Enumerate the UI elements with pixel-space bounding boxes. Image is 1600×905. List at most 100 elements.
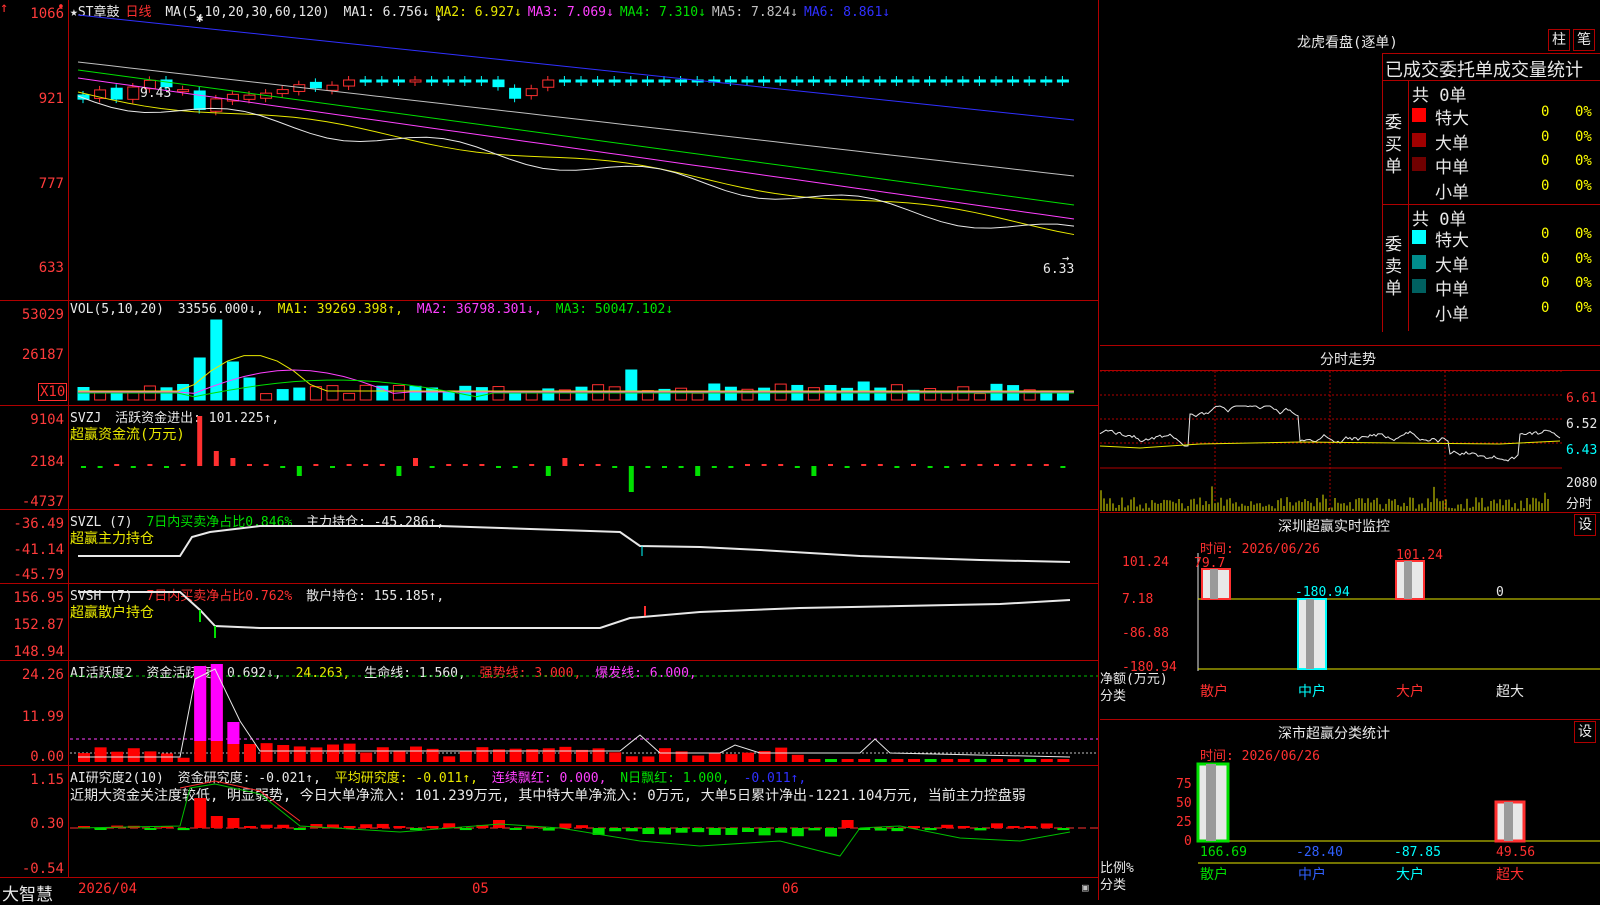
svzj-bar (346, 464, 352, 466)
vol-bar (243, 377, 256, 401)
vol-bar (359, 384, 372, 401)
sell-row-name-4: 小单 (1435, 304, 1469, 325)
buy-row-pct-1: 0% (1575, 104, 1592, 120)
stats-bar-1-shade (1206, 764, 1216, 841)
candle (309, 81, 322, 89)
ai-active-bar (576, 749, 588, 762)
vol-panel[interactable]: 53029 26187 X10 VOL(5,10,20) 33556.000↓,… (0, 300, 1098, 406)
ai-active-magenta (210, 664, 223, 741)
candle (243, 94, 256, 100)
ai-active-bar (858, 759, 871, 762)
svzj-bar (861, 464, 867, 466)
ai-research-bar (1007, 826, 1020, 828)
buy-row-count-4: 0 (1541, 177, 1550, 194)
sz-stats-chart: 75 50 25 0 166.69 -28.40 -87.85 49.56 散户 中户 大户 超大 (1176, 762, 1600, 883)
candle (376, 79, 389, 83)
bi-button[interactable]: 笔 (1573, 29, 1595, 51)
ai-research-bar (509, 828, 522, 830)
ai-active-bar (260, 743, 273, 762)
ai-research-bar (260, 824, 273, 828)
svzj-bar (230, 458, 236, 466)
svzl-panel[interactable]: -36.49 -41.14 -45.79 SVZL (7) 7日内买卖净占比0.… (0, 509, 1098, 584)
ai-research-bar (210, 816, 223, 828)
svzj-bar (728, 466, 734, 468)
sell-side-char-2: 卖 (1385, 257, 1402, 277)
sell-side-label: 委 卖 单 (1385, 234, 1407, 300)
zhu-button[interactable]: 柱 (1548, 29, 1570, 51)
ai-research-bar (459, 828, 472, 831)
longhu-panel: 龙虎看盘(逐单) 柱 笔 已成交委托单成交量统计 委 买 单 共 0单 特大 0 0… (1100, 0, 1600, 345)
high-marker: 9.43 (140, 86, 172, 101)
svzj-bar (1043, 464, 1049, 466)
ai-research-bar (991, 823, 1003, 828)
ai-research-bar (194, 798, 207, 828)
brand-logo[interactable]: 大智慧 (2, 880, 53, 905)
kline-chart[interactable]: →✱ ⬍ (0, 0, 1098, 300)
svsh-panel[interactable]: 156.95 152.87 148.94 SVSH (7) 7日内买卖净占比0.… (0, 583, 1098, 661)
stats-value-2: -28.40 (1296, 845, 1343, 860)
candle (957, 79, 970, 83)
candle (724, 79, 737, 83)
sell-row-pct-2: 0% (1575, 250, 1592, 267)
svzj-panel[interactable]: 9104 2184 -4737 SVZJ 活跃资金进出: 101.225↑, 超… (0, 405, 1098, 510)
candle (392, 79, 405, 83)
vol-bar (293, 387, 306, 401)
sz-stats-panel[interactable]: 深市超赢分类统计 设 时间: 2026/06/26 75 50 25 0 166.69-… (1100, 719, 1600, 901)
svzj-bar (180, 464, 186, 466)
sz-monitor-panel[interactable]: 深圳超赢实时监控 设 时间: 2026/06/26 101.24 7.18 -86.… (1100, 512, 1600, 720)
ai-active-bar (310, 747, 323, 762)
svzj-bar (761, 464, 767, 466)
sell-row-pct-3: 0% (1575, 275, 1592, 291)
ai-active-bar (161, 753, 173, 762)
low-marker: 6.33 (1043, 262, 1075, 277)
ma-line-5 (77, 91, 1075, 236)
svzj-bar (479, 464, 485, 466)
vol-bar (807, 387, 820, 401)
ai-active-bar (891, 759, 904, 762)
svzj-bar (711, 466, 717, 468)
ai-active-bar (808, 759, 821, 762)
ai-research-bar (808, 828, 821, 831)
stats-ytick: 0 (1184, 834, 1192, 849)
vol-bar (675, 387, 688, 401)
svzj-bar (927, 466, 933, 468)
monitor-bar-label-4: 0 (1496, 585, 1504, 600)
sell-row-count-4: 0 (1541, 299, 1550, 316)
ai-active-line (78, 668, 1071, 758)
ai-research-bar (144, 828, 157, 830)
intraday-panel[interactable]: 分时走势 6.61 6.52 6.43 2080 分时 (1099, 345, 1600, 513)
ai-active-panel[interactable]: 24.26 11.99 0.00 AI活跃度2 资金活跃度: 0.692↓, 2… (0, 660, 1098, 766)
ai-research-bar (659, 828, 671, 835)
ai-active-bar (625, 756, 638, 762)
vol-bar (924, 388, 937, 401)
monitor-bar-shade-1 (1210, 569, 1218, 599)
ai-research-bar (791, 828, 804, 837)
candle (675, 79, 688, 83)
candle (807, 79, 820, 83)
sell-row-count-2: 0 (1541, 250, 1550, 267)
ai-active-bar (244, 743, 256, 762)
lock-icon[interactable]: ▣ (1082, 881, 1089, 894)
candle (110, 87, 123, 100)
ai-active-bar (974, 759, 987, 762)
stats-cat-4: 超大 (1496, 867, 1524, 883)
kline-panel[interactable]: 1066 921 777 633 ↑ • ★ST章鼓 日线 MA(5,10,20,… (0, 0, 1098, 301)
ai-research-bar (244, 826, 256, 828)
candle (990, 79, 1003, 83)
ai-active-bar (94, 747, 107, 762)
ai-research-bar (227, 818, 240, 828)
ai-research-panel[interactable]: 1.15 0.30 -0.54 AI研究度2(10) 资金研究度: -0.021… (0, 765, 1098, 878)
ai-research-bar (692, 828, 705, 833)
candle (625, 79, 638, 83)
svzj-bar (330, 466, 335, 468)
buy-row-name-1: 特大 (1435, 109, 1469, 129)
star-icon: ✱ (196, 11, 203, 25)
monitor-bar-shade-2 (1306, 599, 1314, 669)
buy-side-char-2: 买 (1385, 135, 1402, 155)
svzj-bar (413, 458, 418, 466)
sell-row-name-3: 中单 (1435, 280, 1469, 300)
svzj-bar (462, 464, 468, 466)
svzj-bar (695, 466, 701, 476)
sell-row-pct-4: 0% (1575, 299, 1592, 316)
candle (1023, 79, 1036, 83)
